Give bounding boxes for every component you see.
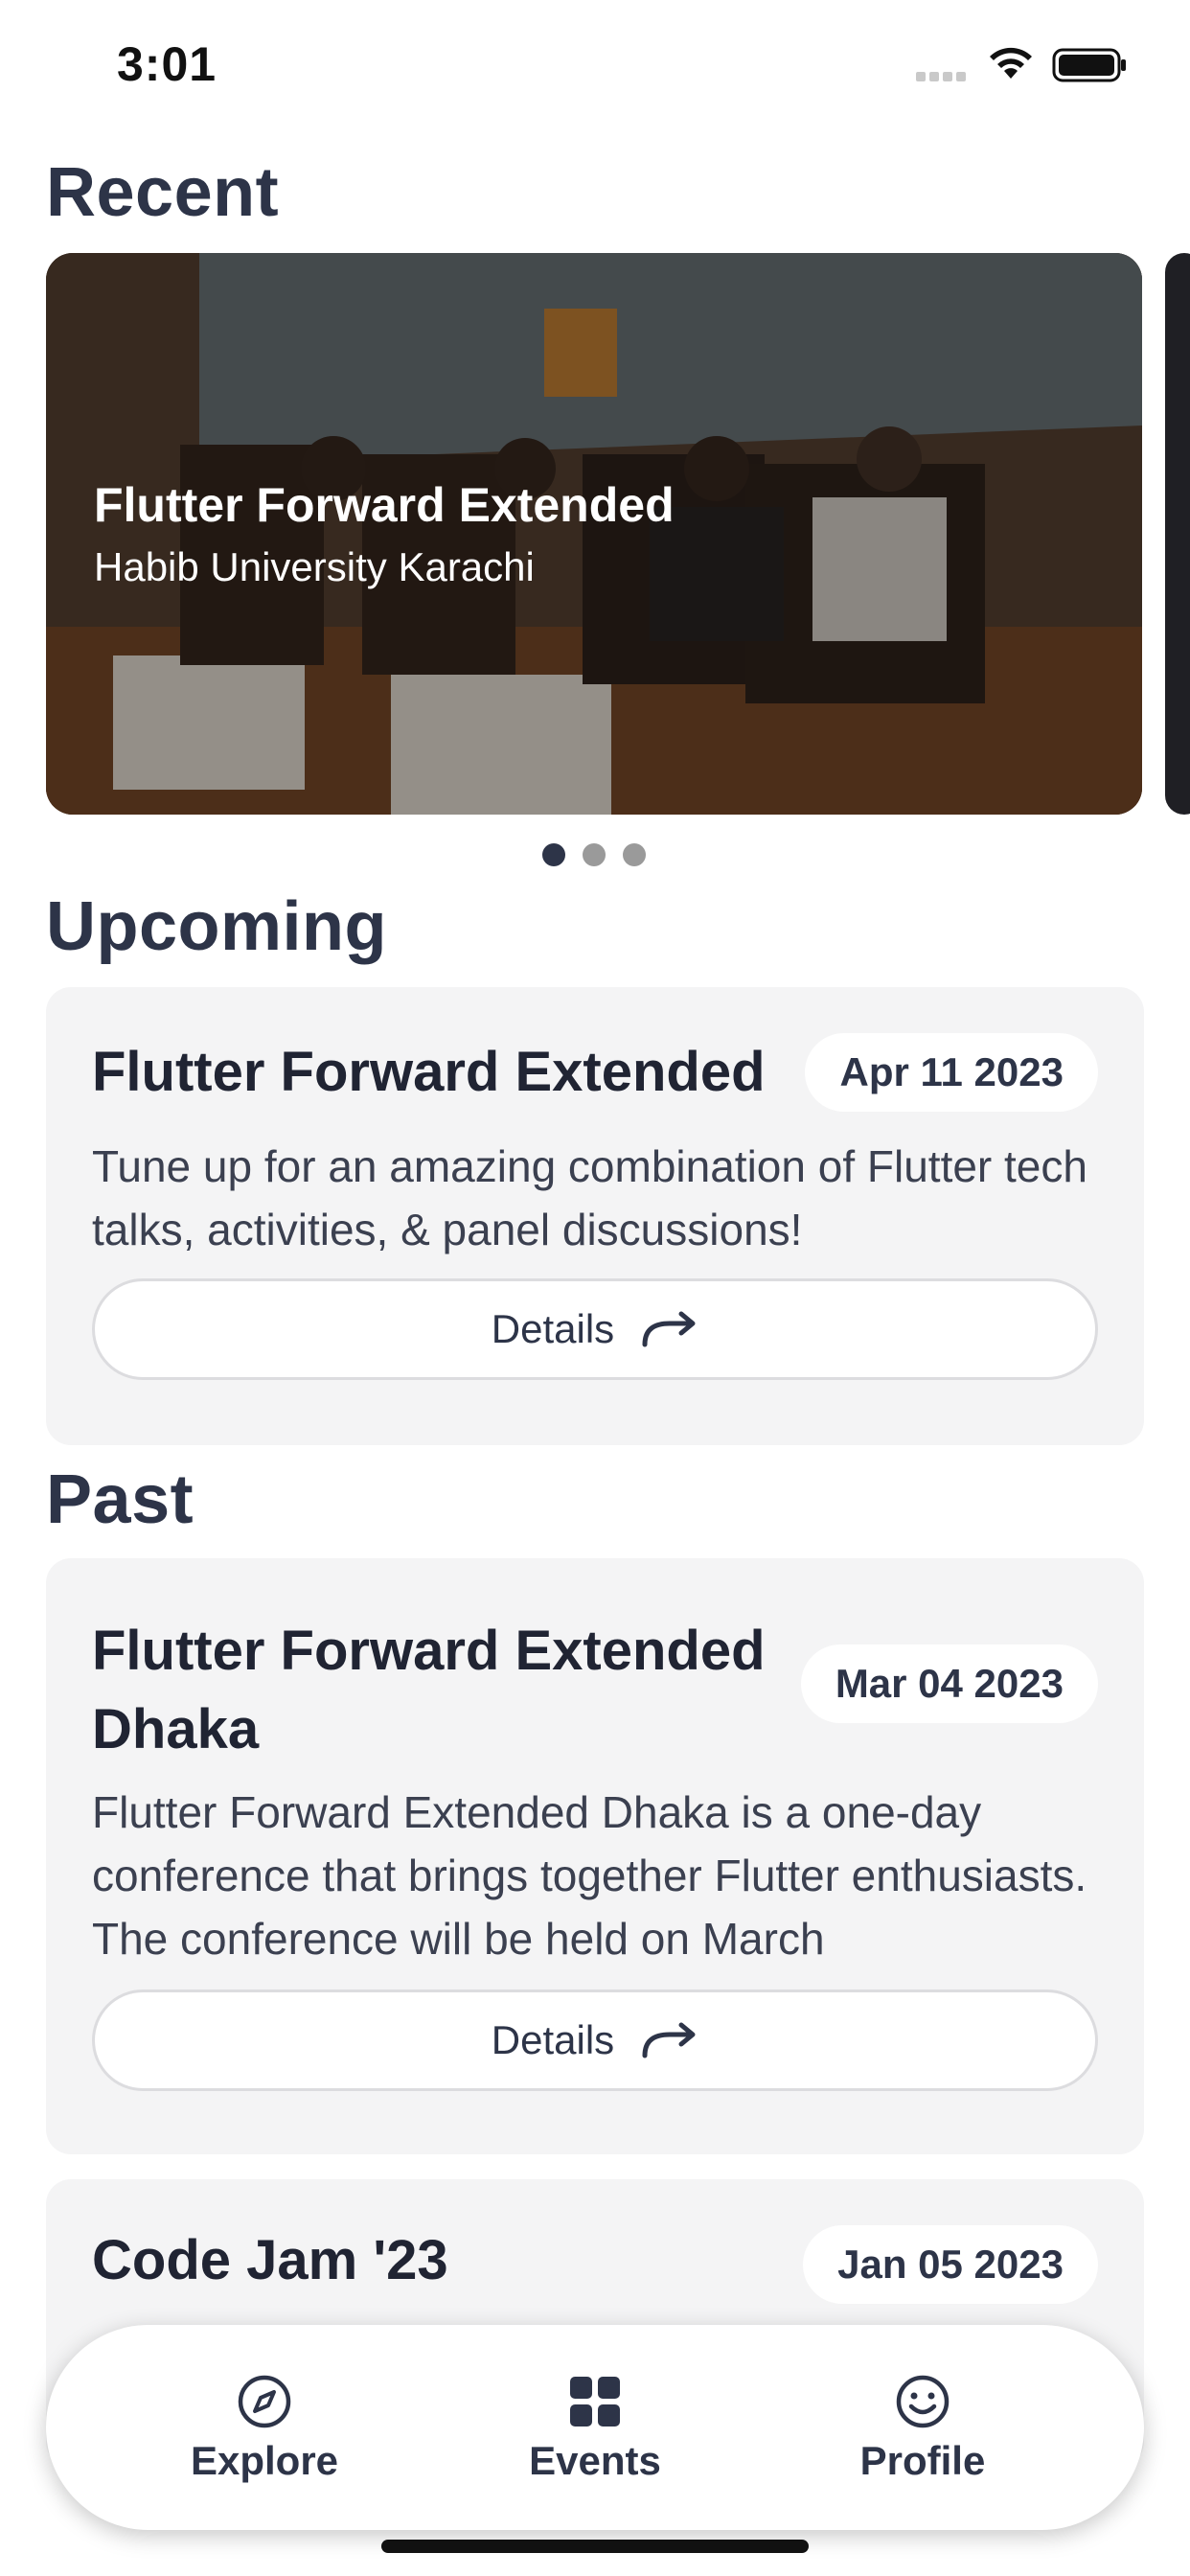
details-button[interactable]: Details [92, 1990, 1098, 2091]
event-title: Flutter Forward Extended [92, 1041, 766, 1103]
event-date-badge: Mar 04 2023 [800, 1644, 1098, 1723]
nav-label-explore: Explore [190, 2438, 339, 2483]
details-button-label: Details [491, 2017, 615, 2062]
section-title-recent: Recent [46, 154, 280, 231]
upcoming-event-card: Flutter Forward Extended Apr 11 2023 Tun… [46, 987, 1144, 1445]
bottom-navigation-bar: Explore Events Profile [46, 2325, 1144, 2530]
event-description: Flutter Forward Extended Dhaka is a one-… [92, 1787, 1087, 1964]
recent-event-card[interactable]: Flutter Forward Extended Habib Universit… [46, 253, 1142, 815]
details-button[interactable]: Details [92, 1278, 1098, 1380]
event-description: Tune up for an amazing combination of Fl… [92, 1141, 1087, 1254]
nav-label-profile: Profile [859, 2438, 986, 2483]
smiley-icon [896, 2375, 950, 2428]
details-button-label: Details [491, 1306, 615, 1351]
event-date-badge: Apr 11 2023 [805, 1033, 1098, 1112]
nav-item-events[interactable]: Events [490, 2373, 700, 2484]
event-title: Flutter Forward Extended Dhaka [92, 1620, 766, 1760]
battery-icon [1052, 48, 1126, 82]
wifi-icon [990, 47, 1032, 79]
event-title: Code Jam '23 [92, 2229, 448, 2291]
nav-item-profile[interactable]: Profile [817, 2373, 1028, 2484]
arrow-forward-icon [642, 2022, 696, 2058]
arrow-forward-icon [642, 1311, 696, 1347]
page-dot-2[interactable] [583, 843, 606, 866]
past-event-card: Flutter Forward Extended Dhaka Mar 04 20… [46, 1558, 1144, 2154]
cellular-signal-icon [916, 69, 970, 82]
page-dot-3[interactable] [623, 843, 646, 866]
status-bar: 3:01 [0, 0, 1190, 134]
page-dot-1[interactable] [542, 843, 565, 866]
compass-icon [238, 2375, 291, 2428]
carousel-page-indicator [542, 843, 646, 866]
recent-event-location: Habib University Karachi [94, 544, 535, 589]
nav-label-events: Events [529, 2438, 661, 2483]
section-title-upcoming: Upcoming [46, 888, 387, 965]
event-date-badge: Jan 05 2023 [803, 2225, 1098, 2304]
recent-event-title: Flutter Forward Extended [94, 478, 675, 532]
section-title-past: Past [46, 1461, 195, 1538]
next-carousel-card[interactable] [1165, 253, 1190, 815]
grid-icon [570, 2377, 620, 2426]
home-indicator [381, 2540, 809, 2553]
status-time: 3:01 [117, 37, 217, 91]
photo-overlay [46, 253, 1142, 815]
nav-item-explore[interactable]: Explore [159, 2373, 370, 2484]
